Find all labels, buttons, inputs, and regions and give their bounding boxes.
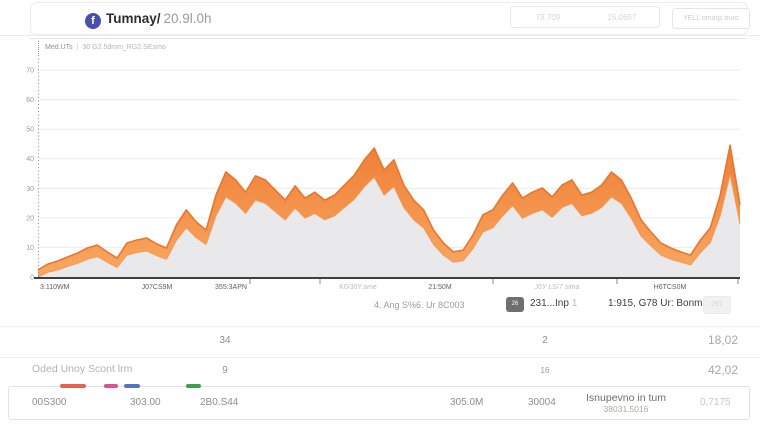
legend-marker [60, 384, 86, 388]
table-row2-col1: 9 [205, 365, 245, 376]
chart-panel-divider [30, 38, 746, 39]
table-row1-col2: 2 [525, 335, 565, 346]
chart-meta-separator: | [77, 44, 79, 51]
table-row2-value: 42,02 [660, 363, 738, 377]
legend-item-2-suffix: 1 [572, 298, 578, 309]
svg-text:60: 60 [26, 97, 34, 104]
legend-marker [104, 384, 118, 388]
chart-meta-label: Med.UTs [45, 44, 73, 51]
svg-text:30: 30 [26, 186, 34, 193]
area-chart: 0 10 20 30 40 50 60 70 3:110WM J07CS9M 355:3APN K0/… [22, 55, 746, 292]
svg-text:70: 70 [26, 68, 34, 75]
legend-light-badge[interactable]: 291 [703, 296, 731, 314]
legend-dark-badge[interactable]: 26 [506, 297, 524, 312]
chart-legend-item-1: 4. Ang S%6. Ur 8C003 [374, 300, 465, 310]
table-divider-1 [0, 326, 760, 327]
table-row1-value: 18,02 [660, 333, 738, 347]
chart-meta-value: 30 G2.5dmm_RG2.SEsmo [82, 44, 165, 51]
table-row1-col1: 34 [205, 335, 245, 346]
footer-value-5: 30004 [528, 397, 556, 408]
svg-text:40: 40 [26, 156, 34, 163]
chart-legend-item-2: 231...Inp1 [530, 298, 577, 309]
table-row2-col2: 16 [525, 366, 565, 375]
legend-marker [186, 384, 201, 388]
svg-text:J07CS9M: J07CS9M [142, 284, 173, 291]
stat-value-2: 15.0657 [585, 13, 659, 22]
legend-marker [124, 384, 140, 388]
legend-item-2-text: 231...Inp [530, 298, 569, 309]
page-title-sub: 20.9l.0h [164, 11, 212, 26]
svg-text:21:50M: 21:50M [428, 284, 452, 291]
svg-text:20: 20 [26, 215, 34, 222]
stat-value-1: 78.709 [511, 13, 585, 22]
svg-text:K0/30Y.ame: K0/30Y.ame [339, 284, 377, 291]
footer-label-sub: 38031.5016 [578, 404, 674, 414]
svg-text:0: 0 [30, 275, 34, 282]
header-action-button[interactable]: YELL omatjs truro [672, 8, 750, 29]
svg-text:355:3APN: 355:3APN [215, 284, 247, 291]
svg-text:3:110WM: 3:110WM [40, 284, 70, 291]
svg-text:H6TCS0M: H6TCS0M [654, 284, 687, 291]
svg-text:10: 10 [26, 245, 34, 252]
brand-icon: f [85, 13, 101, 29]
footer-value-2: 303.00 [130, 397, 161, 408]
page-title-main: Tumnay/ [106, 11, 161, 26]
dashboard: f Tumnay/20.9l.0h 78.709 15.0657 YELL om… [0, 0, 760, 426]
page-title: Tumnay/20.9l.0h [106, 11, 212, 26]
footer-value-right: 0,7175 [700, 397, 731, 408]
y-axis-dotted-stub [38, 41, 39, 56]
table-divider-2 [0, 357, 760, 358]
header-divider [0, 35, 760, 36]
footer-value-3: 2B0.S44 [200, 397, 238, 408]
table-row2-label: Oded Unoy Scont lrm [32, 363, 132, 375]
footer-value-1: 00S300 [32, 397, 66, 408]
header-stat-box[interactable]: 78.709 15.0657 [510, 6, 660, 28]
svg-text:J6Y LS/7 sima: J6Y LS/7 sima [533, 284, 579, 291]
footer-value-4: 305.0M [450, 397, 483, 408]
svg-text:50: 50 [26, 127, 34, 134]
chart-meta: Med.UTs |30 G2.5dmm_RG2.SEsmo [45, 44, 166, 51]
footer-label-title: Isnupevno in tum [578, 392, 674, 404]
chart-legend-item-3: 1:915, G78 Ur: Bonm [608, 298, 703, 309]
